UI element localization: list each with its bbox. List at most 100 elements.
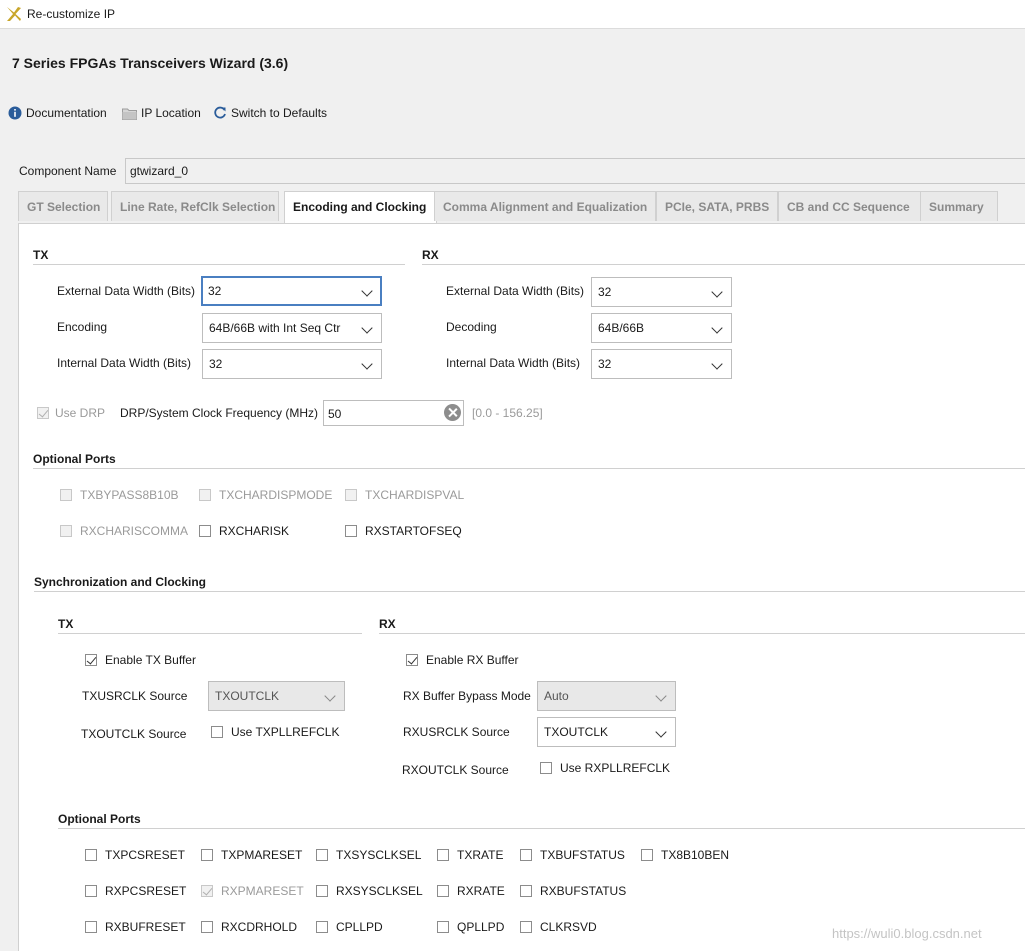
checkbox-box[interactable] [437, 885, 449, 897]
txoutclk-source-label: TXOUTCLK Source [81, 727, 187, 741]
txusrclk-source-value: TXOUTCLK [215, 689, 280, 703]
component-name-input[interactable]: gtwizard_0 [125, 158, 1025, 184]
clkrsvd-checkbox[interactable]: CLKRSVD [520, 920, 597, 934]
rxpcsreset-checkbox[interactable]: RXPCSRESET [85, 884, 186, 898]
tx-encoding-select[interactable]: 64B/66B with Int Seq Ctr [202, 313, 382, 343]
sync-divider [34, 591, 1025, 592]
checkbox-box[interactable] [520, 885, 532, 897]
documentation-button[interactable]: Documentation [8, 106, 107, 120]
tx-ext-width-value: 32 [208, 284, 222, 298]
rxbufstatus-checkbox[interactable]: RXBUFSTATUS [520, 884, 626, 898]
rx-int-width-select[interactable]: 32 [591, 349, 732, 379]
drp-freq-input[interactable]: 50 [323, 400, 464, 426]
qpllpd-checkbox[interactable]: QPLLPD [437, 920, 504, 934]
rxcharisk-checkbox[interactable]: RXCHARISK [199, 524, 289, 538]
txrate-checkbox[interactable]: TXRATE [437, 848, 503, 862]
checkbox-box[interactable] [345, 525, 357, 537]
checkbox-box[interactable] [201, 849, 213, 861]
rx-decoding-select[interactable]: 64B/66B [591, 313, 732, 343]
use-drp-label: Use DRP [55, 406, 106, 420]
checkbox-box[interactable] [437, 849, 449, 861]
rx-ext-width-select[interactable]: 32 [591, 277, 732, 307]
tab-pcie-sata-prbs[interactable]: PCIe, SATA, PRBS [656, 191, 778, 221]
ip-location-button[interactable]: IP Location [122, 106, 201, 120]
tx-int-width-select[interactable]: 32 [202, 349, 382, 379]
rxsysclksel-checkbox[interactable]: RXSYSCLKSEL [316, 884, 423, 898]
tab-summary[interactable]: Summary [920, 191, 998, 221]
txchardispval-checkbox[interactable]: TXCHARDISPVAL [345, 488, 464, 502]
txbufstatus-checkbox[interactable]: TXBUFSTATUS [520, 848, 625, 862]
checkbox-box[interactable] [85, 885, 97, 897]
checkbox-box[interactable] [406, 654, 418, 666]
checkbox-box[interactable] [540, 762, 552, 774]
use-drp-checkbox[interactable]: Use DRP [37, 406, 105, 420]
tab-encoding-clocking[interactable]: Encoding and Clocking [284, 191, 437, 224]
checkbox-box[interactable] [201, 921, 213, 933]
checkbox-box[interactable] [641, 849, 653, 861]
txbypass8b10b-checkbox[interactable]: TXBYPASS8B10B [60, 488, 179, 502]
info-icon [8, 106, 22, 120]
enable-rx-buffer-checkbox[interactable]: Enable RX Buffer [406, 653, 519, 667]
xilinx-logo-icon [7, 7, 21, 21]
tab-gt-selection[interactable]: GT Selection [18, 191, 108, 221]
checkbox-box[interactable] [60, 489, 72, 501]
txpcsreset-checkbox[interactable]: TXPCSRESET [85, 848, 185, 862]
sync-optional-ports-divider [58, 828, 1025, 829]
checkbox-label: TXRATE [457, 848, 504, 862]
checkbox-box[interactable] [199, 525, 211, 537]
checkbox-box[interactable] [85, 921, 97, 933]
checkbox-box[interactable] [211, 726, 223, 738]
tx8b10ben-checkbox[interactable]: TX8B10BEN [641, 848, 729, 862]
drp-freq-label: DRP/System Clock Frequency (MHz) [120, 406, 319, 420]
tab-comma-alignment[interactable]: Comma Alignment and Equalization [434, 191, 656, 221]
txchardispmode-checkbox[interactable]: TXCHARDISPMODE [199, 488, 332, 502]
checkbox-box[interactable] [345, 489, 357, 501]
use-rxpllrefclk-checkbox[interactable]: Use RXPLLREFCLK [540, 761, 670, 775]
enable-tx-buffer-checkbox[interactable]: Enable TX Buffer [85, 653, 196, 667]
rxrate-checkbox[interactable]: RXRATE [437, 884, 505, 898]
checkbox-box[interactable] [199, 489, 211, 501]
txpmareset-checkbox[interactable]: TXPMARESET [201, 848, 302, 862]
checkbox-box[interactable] [85, 654, 97, 666]
rxpmareset-checkbox[interactable]: RXPMARESET [201, 884, 304, 898]
component-name-label: Component Name [19, 164, 117, 178]
tx-divider [33, 264, 405, 265]
use-drp-check[interactable] [37, 407, 49, 419]
checkbox-box[interactable] [316, 885, 328, 897]
rx-divider [422, 264, 1025, 265]
checkbox-box[interactable] [437, 921, 449, 933]
checkbox-label: RXPCSRESET [105, 884, 187, 898]
checkbox-box[interactable] [316, 921, 328, 933]
folder-icon [122, 108, 137, 120]
rxstartofseq-checkbox[interactable]: RXSTARTOFSEQ [345, 524, 462, 538]
checkbox-box[interactable] [201, 885, 213, 897]
tab-line-rate[interactable]: Line Rate, RefClk Selection [111, 191, 279, 221]
checkbox-box[interactable] [85, 849, 97, 861]
rx-buffer-bypass-select[interactable]: Auto [537, 681, 676, 711]
checkbox-box[interactable] [520, 849, 532, 861]
rxusrclk-source-select[interactable]: TXOUTCLK [537, 717, 676, 747]
watermark-text: https://wuli0.blog.csdn.net [832, 926, 982, 941]
tx-ext-width-select[interactable]: 32 [201, 276, 382, 306]
window-titlebar: Re-customize IP [0, 0, 1025, 29]
rx-int-width-value: 32 [598, 357, 612, 371]
rxbufreset-checkbox[interactable]: RXBUFRESET [85, 920, 186, 934]
txusrclk-source-label: TXUSRCLK Source [82, 689, 188, 703]
switch-to-defaults-button[interactable]: Switch to Defaults [213, 106, 327, 120]
clear-icon[interactable] [444, 404, 461, 421]
optional-ports-divider [33, 468, 1025, 469]
use-txpllrefclk-checkbox[interactable]: Use TXPLLREFCLK [211, 725, 340, 739]
checkbox-box[interactable] [520, 921, 532, 933]
tab-cb-cc-sequence[interactable]: CB and CC Sequence [778, 191, 921, 221]
chevron-down-icon [711, 322, 723, 334]
rxchariscomma-checkbox[interactable]: RXCHARISCOMMA [60, 524, 188, 538]
txusrclk-source-select[interactable]: TXOUTCLK [208, 681, 345, 711]
cpllpd-checkbox[interactable]: CPLLPD [316, 920, 383, 934]
checkbox-box[interactable] [316, 849, 328, 861]
txsysclksel-checkbox[interactable]: TXSYSCLKSEL [316, 848, 421, 862]
wizard-title: 7 Series FPGAs Transceivers Wizard (3.6) [12, 55, 289, 71]
checkbox-box[interactable] [60, 525, 72, 537]
checkbox-label: TXBUFSTATUS [540, 848, 625, 862]
checkbox-label: CLKRSVD [540, 920, 597, 934]
rxcdrhold-checkbox[interactable]: RXCDRHOLD [201, 920, 297, 934]
